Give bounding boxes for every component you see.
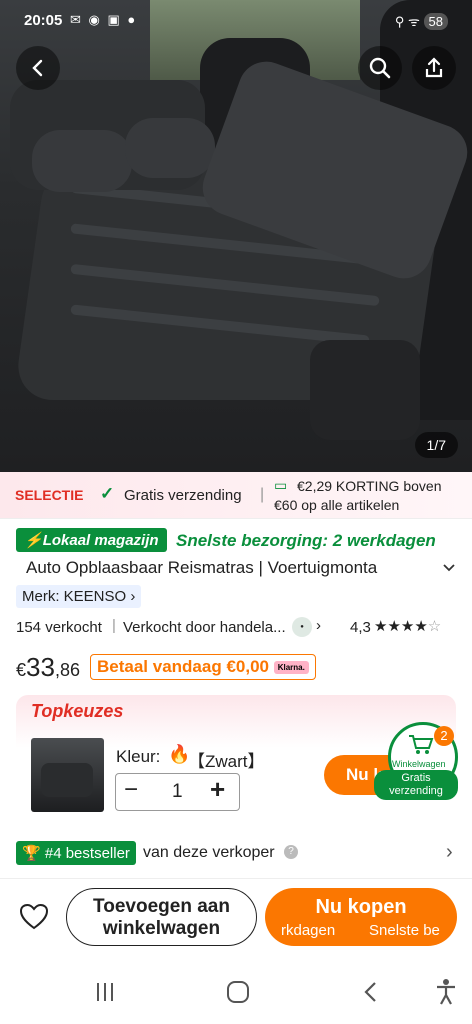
mattress-support: [310, 340, 420, 440]
cart-label: Winkelwagen: [392, 759, 446, 769]
local-warehouse-label: Lokaal magazijn: [42, 532, 159, 549]
selectie-label: SELECTIE: [15, 487, 84, 503]
back-button[interactable]: [16, 46, 60, 90]
local-warehouse-badge: ⚡Lokaal magazijn: [16, 528, 167, 552]
buy-now-label: Nu kopen: [315, 896, 407, 918]
status-time: 20:05: [24, 12, 63, 29]
add-to-cart-button[interactable]: Toevoegen aan winkelwagen: [66, 888, 257, 946]
chevron-left-icon: [32, 59, 43, 77]
bestseller-row[interactable]: 🏆 #4 bestseller van deze verkoper ? ›: [0, 841, 472, 867]
cart-icon: [409, 735, 434, 754]
recent-apps-icon[interactable]: [93, 980, 117, 1004]
cart-count-badge: 2: [434, 726, 454, 746]
price-cents: ,86: [54, 660, 80, 680]
brand-text: Merk: KEENSO: [22, 588, 127, 605]
minus-button[interactable]: −: [124, 776, 138, 804]
back-nav-icon[interactable]: [361, 980, 381, 1004]
discount-line-2: €60 op alle artikelen: [274, 497, 400, 513]
chevron-right-icon: ›: [130, 588, 136, 605]
topkeuzes-title: Topkeuzes: [31, 701, 124, 721]
info-icon[interactable]: ?: [284, 845, 298, 859]
buy-now-subtext-2: Snelste be: [369, 922, 440, 939]
bestseller-label: #4 bestseller: [44, 845, 130, 862]
image-counter: 1/7: [414, 432, 458, 458]
quantity-value[interactable]: 1: [172, 781, 183, 803]
divider: |: [260, 486, 265, 503]
promo-bar[interactable]: SELECTIE ✓ Gratis verzending | ▭ €2,29 K…: [0, 472, 472, 519]
bottom-action-bar: Toevoegen aan winkelwagen Nu kopen rkdag…: [0, 878, 472, 959]
variant-thumbnail[interactable]: [31, 738, 104, 812]
divider: |: [112, 617, 116, 634]
discount-line-1: €2,29 KORTING boven: [297, 478, 442, 494]
brand-link[interactable]: Merk: KEENSO ›: [16, 585, 142, 608]
product-title: Auto Opblaasbaar Reismatras | Voertuigmo…: [26, 558, 378, 577]
heart-icon[interactable]: [19, 903, 49, 931]
price-currency: €: [16, 660, 27, 680]
chevron-right-icon[interactable]: ›: [316, 617, 321, 634]
pay-today-badge[interactable]: Betaal vandaag €0,00 Klarna.: [90, 654, 316, 680]
pillow-right: [125, 118, 215, 178]
accessibility-icon[interactable]: [434, 978, 458, 1006]
coupon-icon: ▭: [274, 477, 288, 493]
share-button[interactable]: [412, 46, 456, 90]
floating-cart[interactable]: Winkelwagen 2 Gratis verzending: [374, 722, 458, 800]
pillow-left: [32, 130, 132, 192]
stats-row: 154 verkocht | Verkocht door handela... …: [0, 617, 472, 639]
thumbnail-mattress: [41, 763, 93, 797]
check-icon: ✓: [100, 484, 115, 503]
bestseller-text: van deze verkoper: [143, 844, 275, 861]
price-row: €33,86 Betaal vandaag €0,00 Klarna.: [0, 650, 472, 686]
notification-icons: ✉ ◉ ▣ ●: [70, 12, 138, 27]
search-button[interactable]: [358, 46, 402, 90]
title-row[interactable]: Auto Opblaasbaar Reismatras | Voertuigmo…: [0, 556, 472, 580]
plus-button[interactable]: +: [210, 774, 225, 805]
system-nav-bar: [0, 964, 472, 1024]
klarna-logo: Klarna.: [273, 661, 309, 675]
chevron-down-icon[interactable]: [441, 560, 457, 576]
seller-logo: ●: [292, 617, 312, 637]
color-label: Kleur:: [116, 747, 161, 766]
status-bar: 20:05 ✉ ◉ ▣ ● ⚲ ᯤ 58: [0, 0, 472, 40]
add-to-cart-label: Toevoegen aan winkelwagen: [93, 896, 230, 939]
quantity-stepper: − 1 +: [115, 773, 240, 811]
rating-value: 4,3: [350, 619, 371, 636]
search-icon: [369, 57, 391, 79]
share-icon: [425, 57, 443, 78]
seller-link[interactable]: Verkocht door handela...: [123, 619, 286, 636]
free-shipping-text: Gratis verzending: [124, 487, 242, 504]
chevron-right-icon: ›: [446, 841, 453, 863]
bestseller-badge: 🏆 #4 bestseller: [16, 841, 136, 865]
price: €33,86: [16, 652, 80, 683]
delivery-row: ⚡Lokaal magazijn Snelste bezorging: 2 we…: [0, 528, 472, 554]
home-icon[interactable]: [225, 979, 251, 1005]
price-main: 33: [26, 652, 55, 682]
buy-now-button[interactable]: Nu kopen rkdagen Snelste be: [265, 888, 457, 946]
rating-stars: ★★★★☆: [374, 618, 442, 635]
sold-count: 154 verkocht: [16, 619, 102, 636]
color-value: 【Zwart】: [188, 752, 265, 771]
buy-now-subtext-1: rkdagen: [281, 922, 336, 939]
cart-free-shipping: Gratis verzending: [374, 770, 458, 800]
status-right: ⚲ ᯤ 58: [395, 12, 448, 30]
fast-delivery-text: Snelste bezorging: 2 werkdagen: [176, 531, 436, 550]
battery-level: 58: [423, 13, 448, 30]
pay-today-text: Betaal vandaag €0,00: [97, 657, 269, 676]
product-image[interactable]: 20:05 ✉ ◉ ▣ ● ⚲ ᯤ 58 1/7: [0, 0, 472, 472]
